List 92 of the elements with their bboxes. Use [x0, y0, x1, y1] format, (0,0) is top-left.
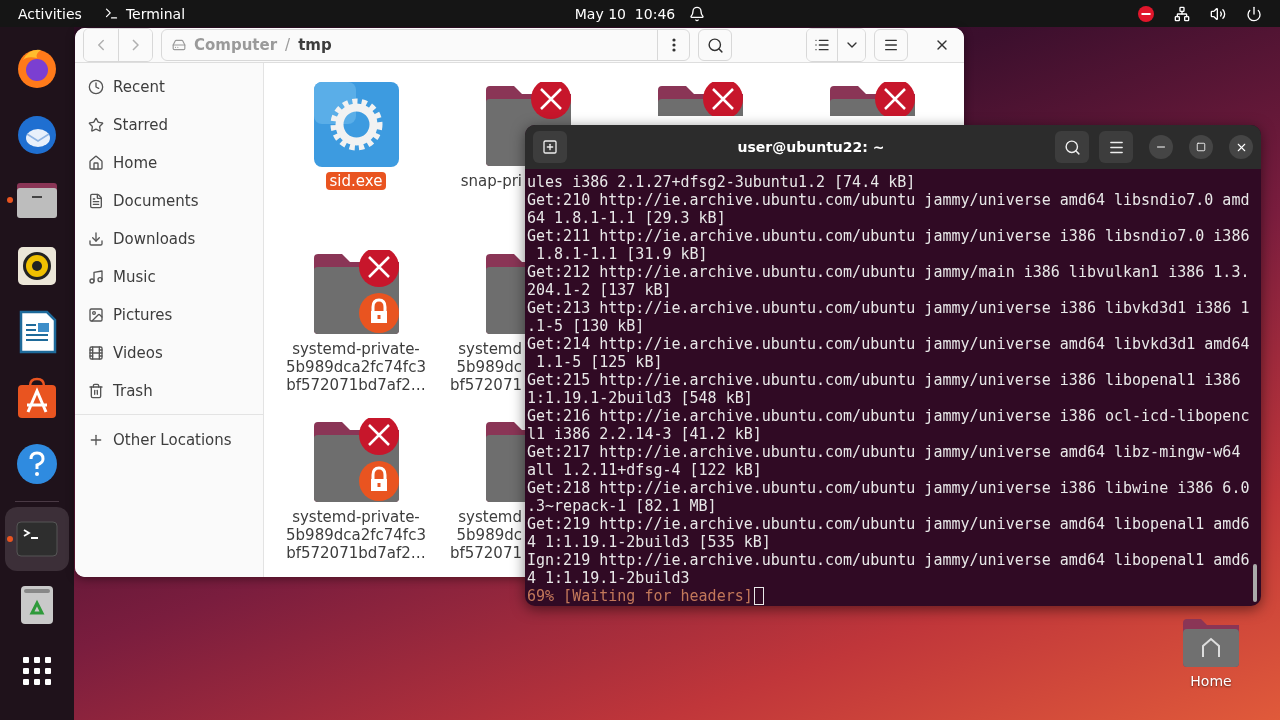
file-name[interactable]: systemd-private- 5b989dca2fc74fc3 bf572071bd7af2… — [282, 508, 430, 562]
blocked-folder-icon — [829, 82, 915, 116]
terminal-line: Get:216 http://ie.archive.ubuntu.com/ubuntu jammy/universe i386 ocl-icd-libopenc — [527, 407, 1250, 425]
terminal-line: ules i386 2.1.27+dfsg2-3ubuntu1.2 [74.4 kB] — [527, 173, 917, 191]
sidebar-item[interactable]: Music — [75, 258, 263, 296]
volume-icon[interactable] — [1210, 5, 1226, 22]
terminal-line: Get:211 http://ie.archive.ubuntu.com/ubuntu jammy/universe i386 libsndio7.0 i386 — [527, 227, 1250, 245]
home-icon — [88, 155, 104, 171]
cursor — [753, 587, 764, 605]
terminal-line: 1:1.19.1-2build3 [548 kB] — [527, 389, 754, 407]
terminal-line: Get:219 http://ie.archive.ubuntu.com/ubuntu jammy/universe amd64 libopenal1 amd6 — [527, 515, 1250, 533]
file-name[interactable]: snap-pri — [456, 172, 526, 190]
terminal-line: 204.1-2 [137 kB] — [527, 281, 673, 299]
search-button[interactable] — [1055, 131, 1089, 163]
sidebar-item[interactable]: Trash — [75, 372, 263, 410]
music-icon — [88, 269, 104, 285]
terminal-line: all 1.2.11+dfsg-4 [122 kB] — [527, 461, 763, 479]
drive-icon — [172, 38, 186, 52]
pictures-icon — [88, 307, 104, 323]
sidebar-item[interactable]: Other Locations — [75, 421, 263, 459]
plus-icon — [88, 432, 104, 448]
terminal-line: Ign:219 http://ie.archive.ubuntu.com/ubuntu jammy/universe amd64 libopenal1 amd6 — [527, 551, 1250, 569]
terminal-icon — [103, 6, 119, 21]
view-options-button[interactable] — [837, 29, 865, 61]
terminal-line: 1.1-5 [125 kB] — [535, 353, 664, 371]
file-name[interactable]: sid.exe — [325, 172, 387, 190]
terminal-line: l1 i386 2.2.14-3 [41.2 kB] — [527, 425, 763, 443]
starred-icon — [88, 117, 104, 133]
sidebar-item[interactable]: Home — [75, 144, 263, 182]
search-icon — [706, 36, 724, 54]
search-button[interactable] — [698, 29, 732, 61]
trash-icon — [88, 383, 104, 399]
terminal-line: Get:210 http://ie.archive.ubuntu.com/ubuntu jammy/universe amd64 libsndio7.0 amd — [527, 191, 1250, 209]
terminal-line: 4 1:1.19.1-2build3 — [527, 569, 691, 587]
gear-icon — [313, 82, 399, 167]
desktop-icon-label[interactable]: Home — [1190, 673, 1232, 689]
file-name[interactable]: systemd 5b989dc bf572071 — [445, 340, 526, 394]
maximize-button[interactable] — [1189, 135, 1213, 159]
file-name[interactable]: systemd-private- 5b989dca2fc74fc3 bf572071bd7af2… — [282, 340, 430, 394]
terminal-line: .1-5 [130 kB] — [527, 317, 646, 335]
downloads-icon — [88, 231, 104, 247]
path-bar[interactable]: Computer / tmp — [161, 29, 690, 61]
app-grid-icon[interactable] — [21, 655, 53, 687]
window-title: user@ubuntu22: ~ — [736, 139, 886, 155]
home-folder-icon[interactable] — [1183, 617, 1239, 667]
terminal-line: Get:214 http://ie.archive.ubuntu.com/ubuntu jammy/universe amd64 libvkd3d1 amd64 — [527, 335, 1250, 353]
videos-icon — [88, 345, 104, 361]
terminal-line: Get:212 http://ie.archive.ubuntu.com/ubuntu jammy/main i386 libvulkan1 i386 1.3. — [527, 263, 1250, 281]
terminal-line: Get:217 http://ie.archive.ubuntu.com/ubuntu jammy/universe amd64 libz-mingw-w64 — [527, 443, 1242, 461]
menu-button[interactable] — [1099, 131, 1133, 163]
sidebar-item[interactable]: Recent — [75, 68, 263, 106]
sidebar-item[interactable]: Downloads — [75, 220, 263, 258]
documents-icon — [88, 193, 104, 209]
activities-button[interactable]: Activities — [18, 5, 82, 22]
terminal-line: .3~repack-1 [82.1 MB] — [527, 497, 718, 515]
path-crumb[interactable]: tmp — [298, 36, 332, 54]
speaker-icon[interactable] — [15, 244, 59, 288]
terminal-line: Get:215 http://ie.archive.ubuntu.com/ubuntu jammy/universe i386 libopenal1 i386 — [527, 371, 1242, 389]
power-icon[interactable] — [1246, 5, 1262, 22]
menu-button[interactable] — [874, 29, 908, 61]
blocked-folder-icon — [657, 82, 743, 116]
bell-icon[interactable] — [689, 5, 706, 22]
sidebar-item[interactable]: Videos — [75, 334, 263, 372]
chevron-right-icon — [132, 39, 139, 51]
terminal-line: 69% [Waiting for headers] — [527, 587, 753, 605]
more-icon — [671, 38, 676, 52]
sidebar-item[interactable]: Starred — [75, 106, 263, 144]
terminal-line: 4 1:1.19.1-2build3 [535 kB] — [527, 533, 772, 551]
search-icon — [1063, 138, 1081, 156]
sidebar-item[interactable]: Pictures — [75, 296, 263, 334]
scrollbar[interactable] — [1253, 564, 1257, 602]
terminal-line: Get:213 http://ie.archive.ubuntu.com/ubuntu jammy/universe i386 libvkd3d1 i386 1 — [527, 299, 1250, 317]
list-icon — [814, 37, 830, 53]
terminal-line: Get:218 http://ie.archive.ubuntu.com/ubuntu jammy/universe i386 libwine i386 6.0 — [527, 479, 1250, 497]
help-icon[interactable] — [15, 442, 59, 486]
network-icon[interactable] — [1174, 5, 1190, 22]
path-separator: / — [285, 36, 291, 54]
do-not-disturb-icon[interactable] — [1138, 5, 1154, 22]
sidebar-item[interactable]: Documents — [75, 182, 263, 220]
minimize-button[interactable] — [1149, 135, 1173, 159]
recent-icon — [88, 79, 104, 95]
new-tab-button[interactable] — [533, 131, 567, 163]
terminal-line: 1.8.1-1.1 [31.9 kB] — [535, 245, 709, 263]
maximize-icon — [1196, 142, 1206, 152]
menu-icon — [883, 37, 899, 53]
new-tab-icon — [542, 139, 558, 155]
file-name[interactable]: systemd 5b989dc bf572071 — [445, 508, 526, 562]
close-button[interactable] — [1229, 135, 1253, 159]
shopping-bag-icon[interactable] — [15, 376, 59, 420]
clock[interactable]: May 10 10:46 — [574, 5, 676, 22]
app-menu[interactable]: Terminal — [103, 5, 186, 22]
terminal-line: 64 1.8.1-1.1 [29.3 kB] — [527, 209, 727, 227]
